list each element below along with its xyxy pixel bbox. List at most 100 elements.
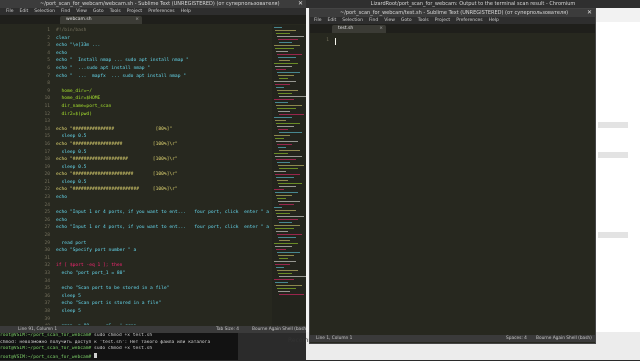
menu-selection[interactable]: Selection [34, 9, 55, 14]
code-line: echo "Input 1 or 4 ports, if you want to… [56, 210, 269, 216]
minimap-line [279, 96, 306, 97]
status-syntax[interactable]: Bourne Again Shell (bash) [536, 335, 592, 342]
menu-goto[interactable]: Goto [93, 9, 104, 14]
minimap-line [276, 231, 288, 232]
terminal-prompt: root@VSIM:~/port_scan_for_webcam# [0, 333, 92, 338]
close-icon[interactable]: ✕ [587, 9, 592, 17]
left-minimap[interactable] [272, 25, 306, 325]
tab-test-sh[interactable]: test.sh × [332, 25, 386, 33]
minimap-line [277, 54, 302, 55]
minimap-line [275, 138, 284, 139]
menu-help[interactable]: Help [489, 18, 499, 23]
code-line: sleep 0.5 [56, 149, 87, 155]
terminal-line: root@VSIM:~/port_scan_for_webcam# sudo c… [0, 346, 238, 353]
menu-edit[interactable]: Edit [328, 18, 337, 23]
line-number: 16 [44, 141, 50, 147]
line-number: 1 [47, 28, 50, 33]
minimap-line [277, 144, 292, 145]
minimap-line [279, 294, 304, 295]
right-window-titlebar[interactable]: ~/port_scan_for_webcam/test.sh - Sublime… [310, 9, 595, 17]
line-number: 2 [47, 35, 50, 41]
menu-file[interactable]: File [6, 9, 14, 14]
menu-tools[interactable]: Tools [110, 9, 121, 14]
menu-project[interactable]: Project [127, 9, 142, 14]
browser-side-item [598, 152, 628, 158]
menu-view[interactable]: View [76, 9, 87, 14]
line-number: 31 [44, 255, 50, 261]
minimap-line [278, 129, 288, 130]
minimap-line [276, 267, 284, 268]
minimap-line [274, 243, 298, 244]
menu-find[interactable]: Find [369, 18, 378, 23]
menu-goto[interactable]: Goto [401, 18, 412, 23]
close-icon[interactable]: ✕ [298, 0, 303, 8]
terminal-prompt: root@VSIM:~/port_scan_for_webcam# [0, 354, 92, 360]
minimap-line [277, 162, 290, 163]
minimap-line [278, 219, 298, 220]
code-line: sleep 0.5 [56, 134, 87, 140]
minimap-line [277, 72, 300, 73]
minimap-line [276, 105, 302, 106]
minimap-line [277, 126, 294, 127]
terminal-prompt: chmod: [0, 339, 17, 345]
left-code-area[interactable]: #!/bin/bash clear echo "\e[33m ... echo echo… [56, 25, 270, 325]
minimap-line [274, 207, 282, 208]
minimap-line [277, 36, 304, 37]
right-gutter: 1 [310, 35, 332, 333]
minimap-line [274, 171, 286, 172]
minimap-line [279, 150, 300, 151]
close-icon[interactable]: × [379, 25, 383, 33]
status-tab-size[interactable]: Tab Size: 4 [216, 326, 239, 333]
menu-preferences[interactable]: Preferences [148, 9, 174, 14]
code-line: home_dir=~/ [56, 88, 92, 94]
minimap-line [275, 156, 302, 157]
code-line: echo "################## [100%]\r" [56, 141, 178, 147]
line-number: 33 [44, 271, 50, 276]
minimap-line [274, 81, 296, 82]
minimap-line [274, 189, 284, 190]
minimap-line [278, 111, 290, 112]
menu-edit[interactable]: Edit [20, 9, 29, 14]
left-sublime-window: ~/port_scan_for_webcam/webcam.sh - Subli… [0, 0, 308, 333]
menu-tools[interactable]: Tools [418, 18, 429, 23]
minimap-line [274, 45, 300, 46]
line-number: 28 [44, 233, 50, 239]
minimap-line [277, 198, 286, 199]
menu-find[interactable]: Find [61, 9, 70, 14]
minimap-line [276, 195, 292, 196]
minimap-line [274, 117, 292, 118]
menu-file[interactable]: File [314, 18, 322, 23]
close-icon[interactable]: × [135, 16, 139, 24]
tab-webcam-sh[interactable]: webcam.sh × [60, 16, 142, 24]
browser-side-panel [594, 22, 640, 352]
minimap-line [279, 240, 290, 241]
menu-preferences[interactable]: Preferences [456, 18, 482, 23]
minimap-line [278, 147, 286, 148]
code-line: echo "Specify port number " a [56, 248, 137, 254]
terminal-line: root@VSIM:~/port_scan_for_webcam# sudo c… [0, 333, 238, 340]
minimap-line [277, 108, 296, 109]
menu-help[interactable]: Help [181, 9, 191, 14]
menu-view[interactable]: View [384, 18, 395, 23]
minimap-line [276, 87, 284, 88]
code-line: dir2=$(pwd) [56, 111, 92, 117]
menu-selection[interactable]: Selection [342, 18, 363, 23]
code-line: echo " ... mapfx ... sudo apt install nm… [56, 73, 186, 79]
browser-titlebar[interactable]: LizardRoot/port_scan_for_webcam: Output … [306, 0, 640, 8]
status-spaces[interactable]: Spaces: 4 [506, 335, 527, 342]
line-number: 35 [44, 286, 50, 292]
status-line-col: Line 1, Column 1 [316, 336, 353, 341]
minimap-line [279, 114, 304, 115]
minimap-line [274, 153, 288, 154]
menu-project[interactable]: Project [435, 18, 450, 23]
line-number: 3 [47, 43, 50, 49]
right-code-area[interactable] [332, 35, 594, 333]
left-tabbar: webcam.sh × [0, 15, 306, 24]
left-statusbar: Line 91, Column 1 Tab Size: 4 Bourne Aga… [0, 326, 308, 333]
right-statusbar: Line 1, Column 1 Spaces: 4 Bourne Again … [310, 335, 595, 342]
left-window-titlebar[interactable]: ~/port_scan_for_webcam/webcam.sh - Subli… [0, 0, 306, 8]
line-number: 9 [47, 88, 50, 94]
terminal-panel[interactable]: root@VSIM:~/port_scan_for_webcam# sudo c… [0, 333, 238, 360]
minimap-line [274, 135, 290, 136]
status-syntax[interactable]: Bourne Again Shell (bash) [252, 326, 308, 333]
